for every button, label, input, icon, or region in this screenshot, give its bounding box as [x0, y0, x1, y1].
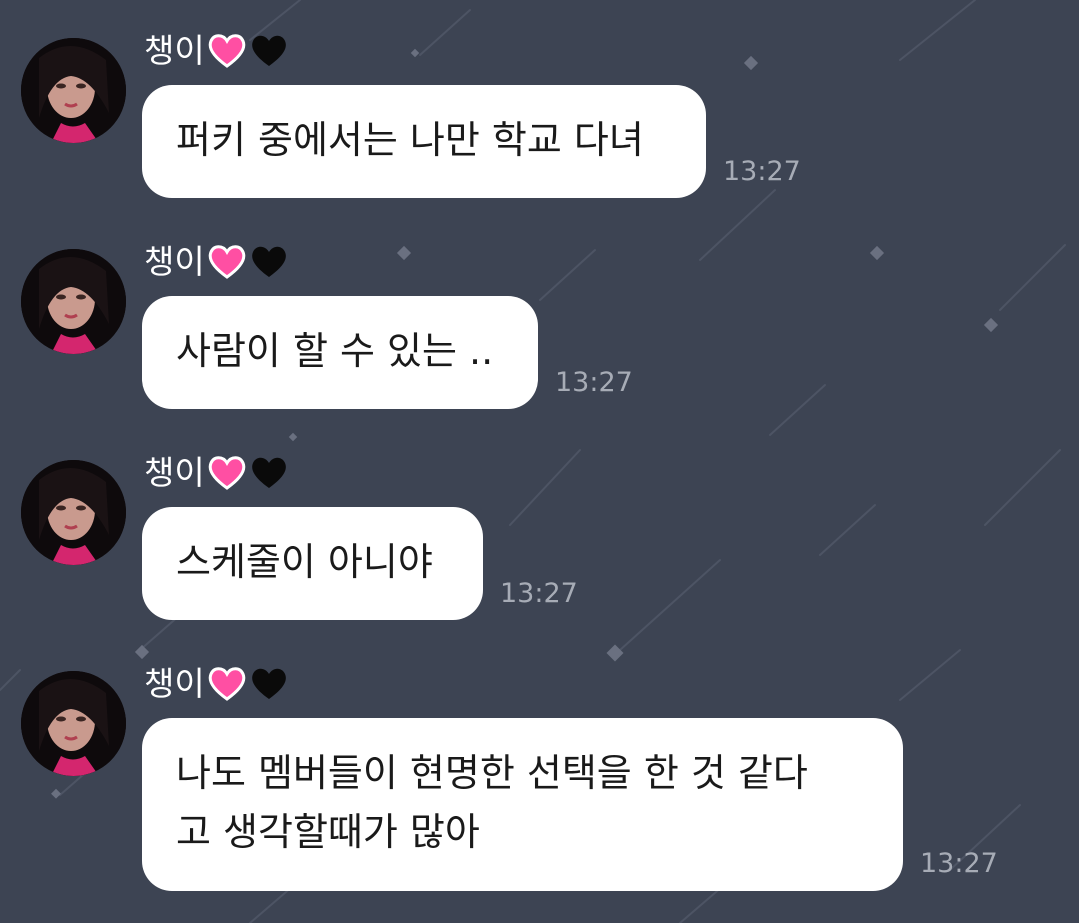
sender-name: 챙이: [144, 239, 289, 283]
avatar[interactable]: [21, 460, 126, 565]
pink-heart-icon: [208, 667, 245, 701]
pink-heart-icon: [208, 456, 245, 490]
pink-heart-icon: [208, 34, 245, 68]
profile-photo-icon: [21, 460, 126, 565]
black-heart-icon: [251, 246, 286, 277]
message-time: 13:27: [920, 848, 998, 879]
sender-name-text: 챙이: [144, 663, 205, 703]
sender-name: 챙이: [144, 450, 289, 494]
black-heart-icon: [251, 668, 286, 699]
sender-name-text: 챙이: [144, 452, 205, 492]
black-heart-icon: [251, 457, 286, 488]
pink-heart-icon: [208, 245, 245, 279]
message-time: 13:27: [500, 578, 578, 609]
message-bubble[interactable]: 사람이 할 수 있는 ..: [142, 296, 538, 409]
message-bubble[interactable]: 스케줄이 아니야: [142, 507, 483, 620]
sender-name-text: 챙이: [144, 241, 205, 281]
sender-name-text: 챙이: [144, 30, 205, 70]
profile-photo-icon: [21, 249, 126, 354]
message-bubble[interactable]: 나도 멤버들이 현명한 선택을 한 것 같다 고 생각할때가 많아: [142, 718, 903, 891]
avatar[interactable]: [21, 249, 126, 354]
black-heart-icon: [251, 35, 286, 66]
profile-photo-icon: [21, 38, 126, 143]
sender-name: 챙이: [144, 28, 289, 72]
avatar[interactable]: [21, 671, 126, 776]
message-bubble[interactable]: 퍼키 중에서는 나만 학교 다녀: [142, 85, 706, 198]
sender-name: 챙이: [144, 661, 289, 705]
profile-photo-icon: [21, 671, 126, 776]
message-time: 13:27: [555, 367, 633, 398]
message-time: 13:27: [723, 156, 801, 187]
avatar[interactable]: [21, 38, 126, 143]
